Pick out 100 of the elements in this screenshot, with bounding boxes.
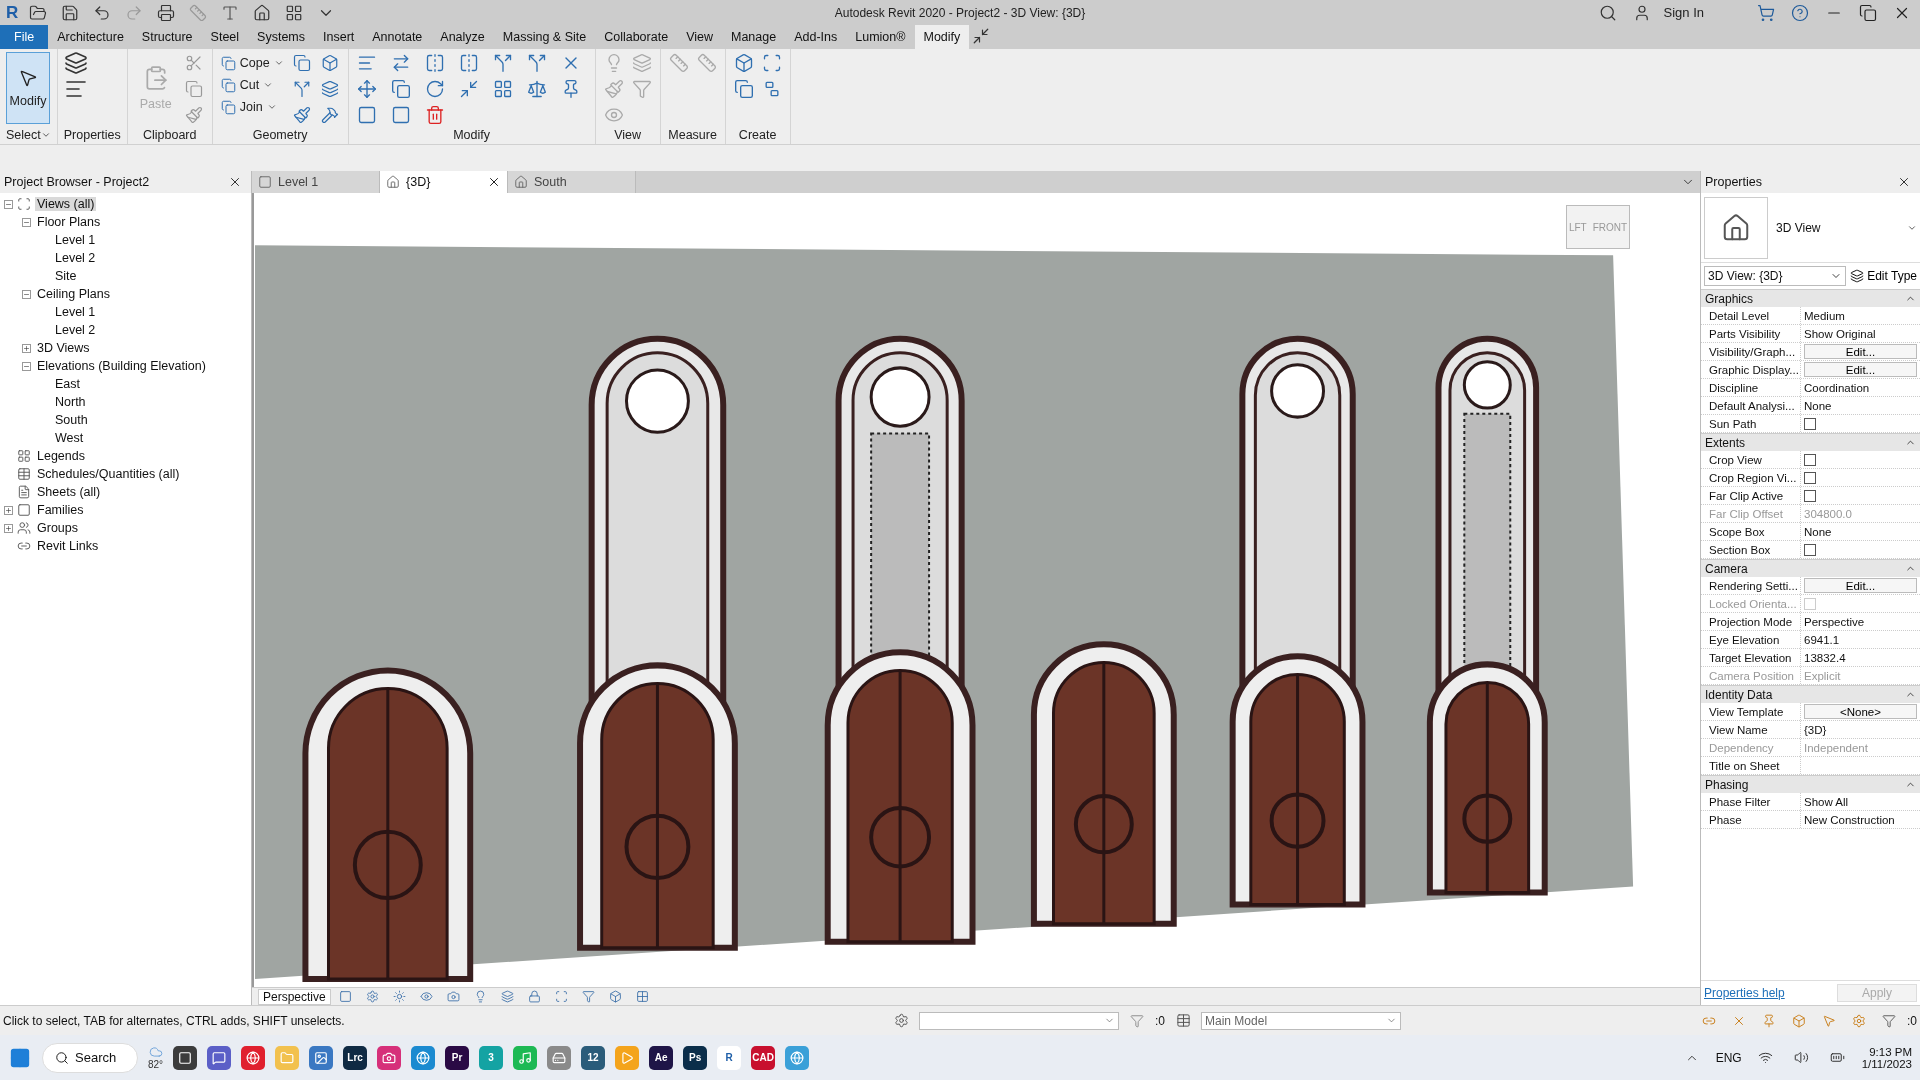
app-icon[interactable]: CAD (751, 1045, 776, 1070)
edit-type-button[interactable]: Edit Type (1850, 269, 1917, 283)
clock-time[interactable]: 9:13 PM (1869, 1045, 1912, 1058)
tree-item[interactable]: North (53, 395, 88, 409)
app-icon[interactable]: Lrc (343, 1045, 368, 1070)
tree-item[interactable]: Level 2 (53, 251, 98, 265)
close-icon[interactable] (487, 175, 501, 189)
geometry-tool-button[interactable]: Cut (218, 74, 276, 96)
property-name: Projection Mode (1701, 613, 1801, 630)
temperature[interactable]: 82° (148, 1059, 164, 1070)
app-icon[interactable]: Ps (683, 1045, 708, 1070)
property-value: 6941.1 (1803, 632, 1841, 648)
tree-item[interactable]: Site (53, 269, 79, 283)
edit-button[interactable]: Edit... (1804, 362, 1917, 377)
instance-selector[interactable]: 3D View: {3D} (1704, 266, 1847, 286)
language-indicator[interactable]: ENG (1715, 1050, 1742, 1065)
tree-item[interactable]: Sheets (all) (35, 485, 103, 499)
group-header[interactable]: Phasing (1705, 777, 1749, 792)
tree-item[interactable]: Level 2 (53, 323, 98, 337)
property-value: Medium (1803, 308, 1846, 324)
ribbon-tab[interactable]: Annotate (363, 25, 432, 49)
ribbon-tab[interactable]: Massing & Site (493, 25, 596, 49)
ribbon-tab[interactable]: Modify (914, 25, 970, 49)
tree-item[interactable]: Floor Plans (35, 215, 103, 229)
ribbon-panel-label[interactable]: Select (6, 126, 41, 144)
tree-item[interactable]: Views (all) (35, 197, 97, 211)
tree-item[interactable]: Families (35, 503, 86, 517)
tree-item[interactable]: Legends (35, 449, 87, 463)
search-field[interactable]: Search (42, 1042, 138, 1073)
expand-toggle-icon[interactable] (4, 505, 13, 515)
ribbon-tab[interactable]: Systems (248, 25, 314, 49)
caret-icon (40, 130, 51, 140)
geometry-tool-button[interactable]: Join (218, 96, 279, 118)
type-name[interactable]: 3D View (1776, 220, 1899, 235)
ribbon-tab[interactable]: Analyze (431, 25, 494, 49)
checkbox[interactable] (1804, 417, 1816, 430)
checkbox[interactable] (1804, 543, 1816, 556)
projection-mode-label[interactable]: Perspective (258, 988, 331, 1005)
collapse-toggle-icon[interactable] (22, 361, 31, 371)
edit-button[interactable]: <None> (1804, 704, 1917, 719)
ribbon-tab[interactable]: Architecture (48, 25, 133, 49)
collapse-toggle-icon[interactable] (22, 289, 31, 299)
ribbon-tab[interactable]: View (677, 25, 722, 49)
tree-item[interactable]: West (53, 431, 86, 445)
ribbon-tab[interactable]: Lumion® (846, 25, 915, 49)
collapse-toggle-icon[interactable] (22, 217, 31, 227)
tree-item[interactable]: Elevations (Building Elevation) (35, 359, 208, 373)
panel-title: Project Browser - Project2 (4, 175, 150, 189)
modify-tool-button[interactable]: Modify (6, 52, 50, 124)
ribbon-tab[interactable]: Insert (314, 25, 364, 49)
window-title: Autodesk Revit 2020 - Project2 - 3D View: {3D} (833, 5, 1087, 20)
house-icon (386, 175, 400, 189)
property-name: Phase Filter (1701, 793, 1801, 810)
collapse-toggle-icon[interactable] (4, 199, 13, 209)
caret-icon (266, 102, 277, 112)
checkbox[interactable] (1804, 471, 1816, 484)
clock-date[interactable]: 1/11/2023 (1861, 1057, 1912, 1070)
ribbon-tab[interactable]: File (0, 25, 49, 49)
property-value: None (1803, 398, 1833, 414)
app-logo[interactable]: R (6, 2, 19, 23)
start-icon[interactable] (8, 1046, 32, 1069)
ribbon-tab[interactable]: Collaborate (595, 25, 678, 49)
checkbox[interactable] (1804, 453, 1816, 466)
geometry-tool-button[interactable]: Cope (218, 52, 286, 74)
expand-toggle-icon[interactable] (22, 343, 31, 353)
app-icon[interactable]: 12 (581, 1045, 606, 1070)
app-icon[interactable]: Pr (445, 1045, 470, 1070)
expand-toggle-icon[interactable] (4, 523, 13, 533)
ribbon-tab[interactable]: Add-Ins (785, 25, 847, 49)
group-header[interactable]: Extents (1705, 435, 1746, 450)
tree-item[interactable]: Schedules/Quantities (all) (35, 467, 182, 481)
property-name: Title on Sheet (1701, 757, 1801, 774)
tree-item[interactable]: 3D Views (35, 341, 92, 355)
sign-in-link[interactable]: Sign In (1663, 5, 1704, 20)
house-icon (1721, 212, 1751, 243)
group-header[interactable]: Graphics (1705, 291, 1754, 306)
app-icon[interactable] (241, 1045, 266, 1070)
tree-item[interactable]: Groups (35, 521, 80, 535)
model-dropdown[interactable]: Main Model (1201, 1011, 1401, 1030)
tree-item[interactable]: Level 1 (53, 305, 98, 319)
app-icon[interactable] (377, 1045, 402, 1070)
tree-item[interactable]: East (53, 377, 82, 391)
tree-item[interactable]: Ceiling Plans (35, 287, 112, 301)
app-icon[interactable]: Ae (649, 1045, 674, 1070)
ribbon-tab[interactable]: Structure (132, 25, 202, 49)
caret-icon (273, 58, 284, 68)
app-icon[interactable]: R (717, 1045, 742, 1070)
tree-item[interactable]: Revit Links (35, 539, 101, 553)
tree-item[interactable]: Level 1 (53, 233, 98, 247)
properties-help-link[interactable]: Properties help (1704, 986, 1785, 1000)
edit-button[interactable]: Edit... (1804, 344, 1917, 359)
app-icon[interactable] (173, 1045, 198, 1070)
property-name: Eye Elevation (1701, 631, 1801, 648)
tree-item[interactable]: South (53, 413, 90, 427)
group-header[interactable]: Camera (1705, 561, 1748, 576)
app-icon[interactable] (207, 1045, 232, 1070)
ribbon-tab[interactable]: Steel (201, 25, 249, 49)
edit-button[interactable]: Edit... (1804, 578, 1917, 593)
checkbox[interactable] (1804, 489, 1816, 502)
ribbon-tab[interactable]: Manage (722, 25, 786, 49)
